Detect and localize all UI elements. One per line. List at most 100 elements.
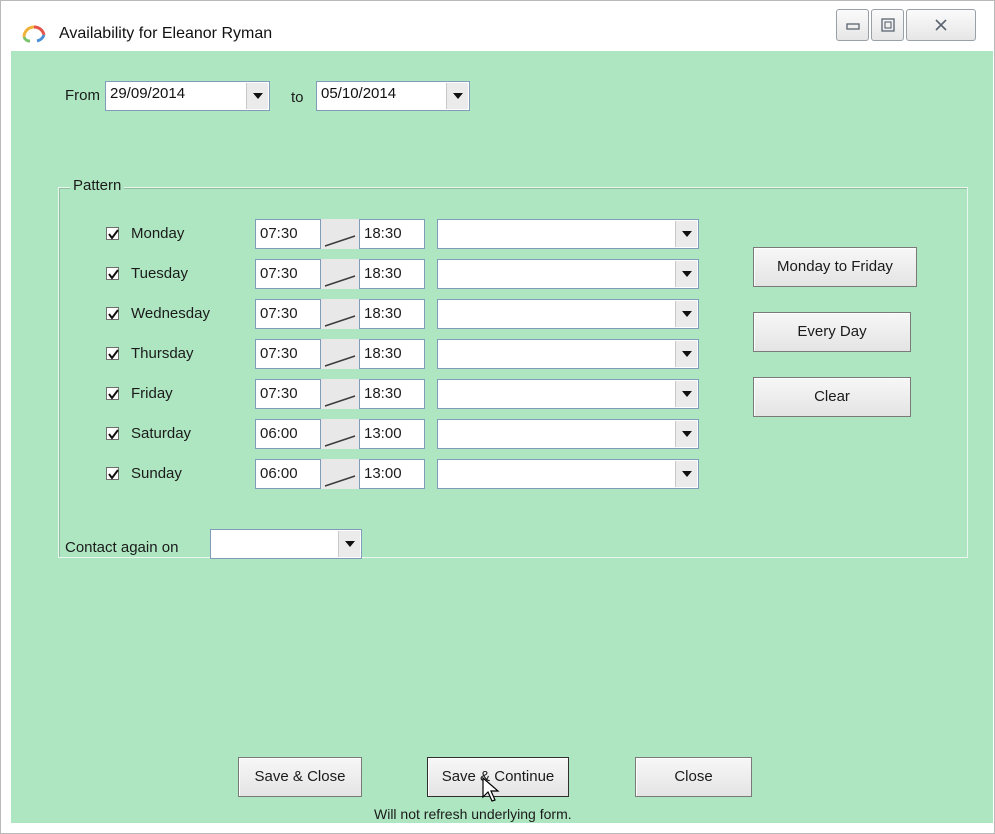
title-bar: Availability for Eleanor Ryman xyxy=(1,1,994,51)
day-option-dropdown-button[interactable] xyxy=(675,261,697,287)
checkmark-icon xyxy=(108,429,119,440)
end-time-value: 18:30 xyxy=(364,225,402,242)
start-time-field-friday[interactable]: 07:30 xyxy=(255,379,321,409)
pattern-group-label: Pattern xyxy=(70,177,125,194)
checkmark-icon xyxy=(108,389,119,400)
day-option-dropdown-monday[interactable] xyxy=(437,219,699,249)
time-range-arrow-icon xyxy=(321,419,359,449)
day-checkbox-thursday[interactable] xyxy=(106,347,119,360)
day-checkbox-wednesday[interactable] xyxy=(106,307,119,320)
chevron-down-icon xyxy=(682,311,692,317)
end-time-value: 18:30 xyxy=(364,385,402,402)
checkmark-icon xyxy=(108,349,119,360)
start-time-value: 06:00 xyxy=(260,465,298,482)
chevron-down-icon xyxy=(682,271,692,277)
day-option-dropdown-button[interactable] xyxy=(675,381,697,407)
maximize-icon xyxy=(881,18,895,32)
end-time-value: 13:00 xyxy=(364,425,402,442)
day-checkbox-monday[interactable] xyxy=(106,227,119,240)
maximize-button[interactable] xyxy=(871,9,904,41)
close-window-button[interactable] xyxy=(906,9,976,41)
end-time-field-thursday[interactable]: 18:30 xyxy=(359,339,425,369)
day-checkbox-tuesday[interactable] xyxy=(106,267,119,280)
day-option-dropdown-sunday[interactable] xyxy=(437,459,699,489)
clear-button[interactable]: Clear xyxy=(753,377,911,417)
to-date-picker[interactable]: 05/10/2014 xyxy=(316,81,470,111)
minimize-button[interactable] xyxy=(836,9,869,41)
clear-label: Clear xyxy=(814,388,850,405)
start-time-field-wednesday[interactable]: 07:30 xyxy=(255,299,321,329)
chevron-down-icon xyxy=(453,93,463,99)
end-time-field-saturday[interactable]: 13:00 xyxy=(359,419,425,449)
day-checkbox-sunday[interactable] xyxy=(106,467,119,480)
day-option-dropdown-wednesday[interactable] xyxy=(437,299,699,329)
contact-again-label: Contact again on xyxy=(65,539,179,556)
day-option-dropdown-button[interactable] xyxy=(675,301,697,327)
time-range-arrow-icon xyxy=(321,459,359,489)
chevron-down-icon xyxy=(345,541,355,547)
monday-to-friday-button[interactable]: Monday to Friday xyxy=(753,247,917,287)
close-button[interactable]: Close xyxy=(635,757,752,797)
end-time-field-wednesday[interactable]: 18:30 xyxy=(359,299,425,329)
time-range-arrow-icon xyxy=(321,219,359,249)
day-option-dropdown-tuesday[interactable] xyxy=(437,259,699,289)
day-checkbox-saturday[interactable] xyxy=(106,427,119,440)
start-time-field-tuesday[interactable]: 07:30 xyxy=(255,259,321,289)
to-date-dropdown-button[interactable] xyxy=(446,83,468,109)
end-time-value: 18:30 xyxy=(364,305,402,322)
end-time-value: 13:00 xyxy=(364,465,402,482)
time-range-arrow-icon xyxy=(321,259,359,289)
start-time-field-monday[interactable]: 07:30 xyxy=(255,219,321,249)
time-range-arrow-icon xyxy=(321,339,359,369)
app-logo-icon xyxy=(21,23,47,43)
contact-again-picker[interactable] xyxy=(210,529,362,559)
day-label: Saturday xyxy=(131,425,192,442)
checkmark-icon xyxy=(108,229,119,240)
day-label: Tuesday xyxy=(131,265,188,282)
day-option-dropdown-button[interactable] xyxy=(675,221,697,247)
day-label: Sunday xyxy=(131,465,182,482)
day-option-dropdown-button[interactable] xyxy=(675,461,697,487)
from-date-value: 29/09/2014 xyxy=(110,85,186,102)
monday-to-friday-label: Monday to Friday xyxy=(777,258,893,275)
day-label: Monday xyxy=(131,225,185,242)
chevron-down-icon xyxy=(682,391,692,397)
start-time-value: 06:00 xyxy=(260,425,298,442)
day-option-dropdown-friday[interactable] xyxy=(437,379,699,409)
day-option-dropdown-button[interactable] xyxy=(675,421,697,447)
checkmark-icon xyxy=(108,269,119,280)
end-time-field-sunday[interactable]: 13:00 xyxy=(359,459,425,489)
end-time-field-tuesday[interactable]: 18:30 xyxy=(359,259,425,289)
from-date-picker[interactable]: 29/09/2014 xyxy=(105,81,270,111)
start-time-field-thursday[interactable]: 07:30 xyxy=(255,339,321,369)
refresh-note: Will not refresh underlying form. xyxy=(374,806,572,822)
start-time-field-saturday[interactable]: 06:00 xyxy=(255,419,321,449)
availability-window: Availability for Eleanor Ryman From 29/0… xyxy=(0,0,995,834)
from-label: From xyxy=(65,87,100,104)
window-title: Availability for Eleanor Ryman xyxy=(59,25,273,42)
save-and-close-button[interactable]: Save & Close xyxy=(238,757,362,797)
day-checkbox-friday[interactable] xyxy=(106,387,119,400)
day-label: Thursday xyxy=(131,345,194,362)
chevron-down-icon xyxy=(682,471,692,477)
close-icon xyxy=(935,19,947,31)
day-option-dropdown-thursday[interactable] xyxy=(437,339,699,369)
from-date-dropdown-button[interactable] xyxy=(246,83,268,109)
day-label: Wednesday xyxy=(131,305,210,322)
end-time-field-monday[interactable]: 18:30 xyxy=(359,219,425,249)
end-time-value: 18:30 xyxy=(364,265,402,282)
form-client-area: From 29/09/2014 to 05/10/2014 Pattern Mo… xyxy=(11,51,993,823)
day-option-dropdown-saturday[interactable] xyxy=(437,419,699,449)
time-range-arrow-icon xyxy=(321,299,359,329)
minimize-icon xyxy=(846,23,860,30)
time-range-arrow-icon xyxy=(321,379,359,409)
day-option-dropdown-button[interactable] xyxy=(675,341,697,367)
contact-again-dropdown-button[interactable] xyxy=(338,531,360,557)
save-and-close-label: Save & Close xyxy=(254,768,346,785)
start-time-field-sunday[interactable]: 06:00 xyxy=(255,459,321,489)
every-day-button[interactable]: Every Day xyxy=(753,312,911,352)
end-time-field-friday[interactable]: 18:30 xyxy=(359,379,425,409)
checkmark-icon xyxy=(108,469,119,480)
start-time-value: 07:30 xyxy=(260,385,298,402)
day-label: Friday xyxy=(131,385,173,402)
